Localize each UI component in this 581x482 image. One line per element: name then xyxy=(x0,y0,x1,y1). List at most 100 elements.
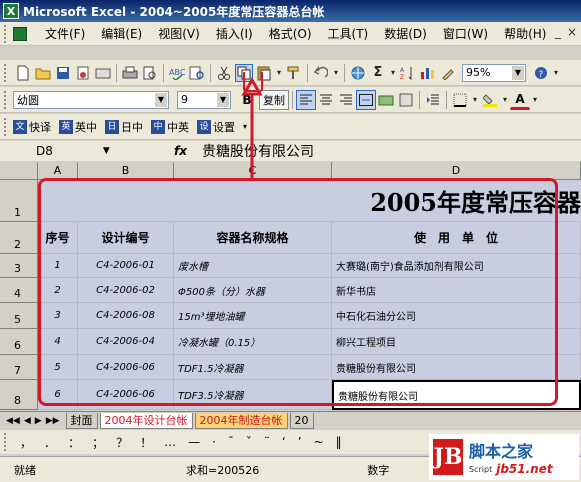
table-cell[interactable]: C4-2006-06 xyxy=(78,380,174,410)
row-header-1[interactable]: 1 xyxy=(0,180,38,222)
fill-color-button[interactable] xyxy=(480,90,500,110)
symbol-button[interactable]: ： xyxy=(68,434,80,451)
symbol-button[interactable]: ‘ xyxy=(282,435,286,449)
copy-icon[interactable] xyxy=(235,63,253,82)
worksheet-grid[interactable]: A B C D 1 2 3 4 5 6 7 8 2005年度常压容器 序号 设计… xyxy=(0,162,581,410)
row-header-2[interactable]: 2 xyxy=(0,222,38,254)
header-cell-design-no[interactable]: 设计编号 xyxy=(78,222,174,254)
menu-file[interactable]: 文件(F) xyxy=(37,25,93,42)
close-button[interactable]: × xyxy=(567,25,577,39)
prev-sheet-icon[interactable]: ◀ xyxy=(24,416,31,426)
last-sheet-icon[interactable]: ▶▶ xyxy=(46,416,60,426)
print-icon[interactable] xyxy=(121,64,139,82)
bold-button[interactable]: B xyxy=(237,90,257,110)
active-cell-d8[interactable]: 贵糖股份有限公司 xyxy=(332,380,581,410)
borders-dropdown-icon[interactable]: ▾ xyxy=(471,91,479,109)
toolbar-grip[interactable] xyxy=(4,90,10,109)
chinese-english-button[interactable]: 中 中英 xyxy=(151,119,189,135)
symbol-button[interactable]: ， xyxy=(20,434,32,451)
borders-button[interactable] xyxy=(450,90,470,110)
sheet-tab-2004-manufacture[interactable]: 2004年制造台帐 xyxy=(194,412,288,429)
fill-color-dropdown-icon[interactable]: ▾ xyxy=(501,91,509,109)
next-sheet-icon[interactable]: ▶ xyxy=(35,416,42,426)
new-icon[interactable] xyxy=(14,64,32,82)
hyperlink-icon[interactable] xyxy=(349,64,367,82)
spelling-icon[interactable]: ABC xyxy=(168,64,186,82)
table-cell[interactable]: 废水槽 xyxy=(174,254,332,278)
chart-wizard-icon[interactable] xyxy=(419,64,437,82)
table-cell[interactable]: 15m³埋地油罐 xyxy=(174,303,332,329)
symbol-button[interactable]: ˉ xyxy=(228,435,234,449)
symbol-button[interactable]: ’ xyxy=(298,435,302,449)
menu-insert[interactable]: 插入(I) xyxy=(208,25,261,42)
align-right-button[interactable] xyxy=(336,90,356,110)
font-color-button[interactable]: A xyxy=(510,90,530,110)
menu-format[interactable]: 格式(O) xyxy=(261,25,320,42)
symbol-button[interactable]: ？ xyxy=(116,434,128,451)
sheet-tab-20[interactable]: 20 xyxy=(289,412,314,429)
undo-icon[interactable] xyxy=(312,64,330,82)
zoom-dropdown-icon[interactable]: ▼ xyxy=(512,65,524,80)
toolbar-grip[interactable] xyxy=(4,433,10,451)
table-cell[interactable]: 3 xyxy=(38,303,78,329)
font-color-dropdown-icon[interactable]: ▾ xyxy=(531,91,539,109)
symbol-button[interactable]: … xyxy=(164,435,176,449)
column-header-d[interactable]: D xyxy=(332,162,581,180)
menu-edit[interactable]: 编辑(E) xyxy=(93,25,150,42)
row-header-6[interactable]: 6 xyxy=(0,329,38,355)
table-cell[interactable]: Φ500条（分）水器 xyxy=(174,278,332,303)
symbol-button[interactable]: ˇ xyxy=(246,435,252,449)
menu-view[interactable]: 视图(V) xyxy=(150,25,208,42)
symbol-button[interactable]: ． xyxy=(44,434,56,451)
print-preview-icon[interactable] xyxy=(141,64,159,82)
symbol-button[interactable]: ！ xyxy=(140,434,152,451)
name-box[interactable]: D8 ▼ xyxy=(36,142,144,160)
font-size-combo[interactable]: 9 ▼ xyxy=(177,90,231,109)
row-header-4[interactable]: 4 xyxy=(0,278,38,303)
row-header-7[interactable]: 7 xyxy=(0,355,38,380)
table-cell[interactable]: C4-2006-06 xyxy=(78,355,174,380)
undo-dropdown-icon[interactable]: ▾ xyxy=(332,64,340,82)
column-header-a[interactable]: A xyxy=(38,162,78,180)
table-cell[interactable]: TDF3.5冷凝器 xyxy=(174,380,332,410)
copy-button[interactable]: 复制 xyxy=(259,89,289,110)
row-header-3[interactable]: 3 xyxy=(0,254,38,278)
table-cell[interactable]: C4-2006-04 xyxy=(78,329,174,355)
sheet-title-cell[interactable]: 2005年度常压容器 xyxy=(38,180,581,222)
name-box-dropdown-icon[interactable]: ▼ xyxy=(103,146,110,156)
table-cell[interactable]: TDF1.5冷凝器 xyxy=(174,355,332,380)
table-cell[interactable]: C4-2006-01 xyxy=(78,254,174,278)
format-painter-icon[interactable] xyxy=(285,64,303,82)
research-icon[interactable] xyxy=(188,64,206,82)
font-name-dropdown-icon[interactable]: ▼ xyxy=(155,92,167,107)
open-icon[interactable] xyxy=(34,64,52,82)
sheet-tab-2004-design[interactable]: 2004年设计台帐 xyxy=(99,412,193,429)
percent-button[interactable] xyxy=(396,90,416,110)
quick-translate-button[interactable]: 文 快译 xyxy=(13,119,51,135)
header-cell-user-unit[interactable]: 使 用 单 位 xyxy=(332,222,581,254)
first-sheet-icon[interactable]: ◀◀ xyxy=(6,416,20,426)
menu-help[interactable]: 帮助(H) xyxy=(496,25,554,42)
sort-ascending-icon[interactable]: AZ xyxy=(399,64,417,82)
paste-dropdown-icon[interactable]: ▾ xyxy=(275,64,283,82)
formula-content[interactable]: 贵糖股份有限公司 xyxy=(202,141,314,161)
autosum-dropdown-icon[interactable]: ▾ xyxy=(389,64,397,82)
toolbar-grip[interactable] xyxy=(4,24,10,43)
header-cell-vessel-spec[interactable]: 容器名称规格 xyxy=(174,222,332,254)
increase-indent-button[interactable] xyxy=(423,90,443,110)
symbol-button[interactable]: ‖ xyxy=(336,435,342,449)
menu-window[interactable]: 窗口(W) xyxy=(435,25,496,42)
merge-center-button[interactable] xyxy=(356,89,376,110)
japanese-chinese-button[interactable]: 日 日中 xyxy=(105,119,143,135)
row-header-8[interactable]: 8 xyxy=(0,380,38,410)
settings-button[interactable]: 设 设置 xyxy=(197,119,235,135)
table-cell[interactable]: 5 xyxy=(38,355,78,380)
drawing-icon[interactable] xyxy=(439,64,457,82)
save-icon[interactable] xyxy=(54,64,72,82)
symbol-button[interactable]: · xyxy=(212,435,216,449)
row-header-5[interactable]: 5 xyxy=(0,303,38,329)
toolbar-options-icon[interactable]: ▾ xyxy=(243,122,247,131)
toolbar-options-icon[interactable]: ▾ xyxy=(552,64,560,82)
paste-icon[interactable] xyxy=(255,64,273,82)
table-cell[interactable]: 大赛璐(南宁)食品添加剂有限公司 xyxy=(332,254,581,278)
